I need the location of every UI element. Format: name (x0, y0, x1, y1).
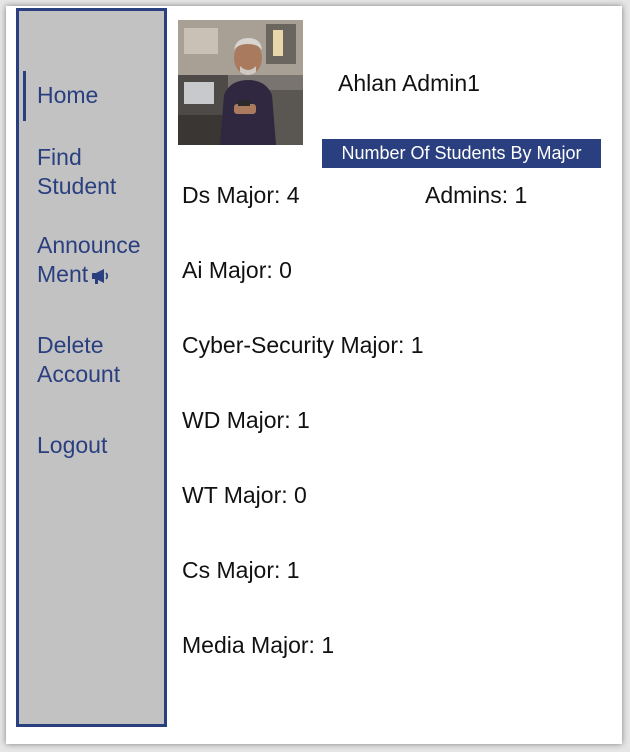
wd-major-count: WD Major: 1 (182, 407, 310, 433)
sidebar-item-label: Student (37, 173, 117, 199)
avatar (178, 20, 303, 145)
stats-title: Number Of Students By Major (322, 139, 601, 168)
sidebar-item-label: Delete (37, 332, 104, 358)
ai-major-count: Ai Major: 0 (182, 257, 292, 283)
media-major-count: Media Major: 1 (182, 632, 335, 658)
sidebar-item-label: Ment (37, 261, 89, 287)
sidebar-item-label: Find (37, 144, 82, 170)
cyber-security-major-count: Cyber-Security Major: 1 (182, 332, 424, 358)
cs-major-count: Cs Major: 1 (182, 557, 300, 583)
sidebar-item-delete-account[interactable]: Delete Account (37, 331, 120, 389)
wt-major-count: WT Major: 0 (182, 482, 307, 508)
sidebar-item-label: Announce (37, 232, 141, 258)
active-indicator (23, 71, 26, 121)
sidebar-item-label: Account (37, 361, 121, 387)
app-window: Home Find Student Announce Ment Delete A… (6, 6, 622, 744)
admins-count: Admins: 1 (425, 182, 528, 208)
sidebar-item-label: Home (37, 82, 99, 108)
sidebar-item-find-student[interactable]: Find Student (37, 143, 116, 201)
sidebar-item-home[interactable]: Home (37, 81, 98, 110)
sidebar: Home Find Student Announce Ment Delete A… (16, 8, 167, 727)
greeting-text: Ahlan Admin1 (338, 70, 480, 96)
sidebar-item-logout[interactable]: Logout (37, 431, 107, 460)
megaphone-icon (90, 263, 110, 292)
sidebar-item-announcement[interactable]: Announce Ment (37, 231, 141, 292)
sidebar-item-label: Logout (37, 432, 108, 458)
ds-major-count: Ds Major: 4 (182, 182, 300, 208)
